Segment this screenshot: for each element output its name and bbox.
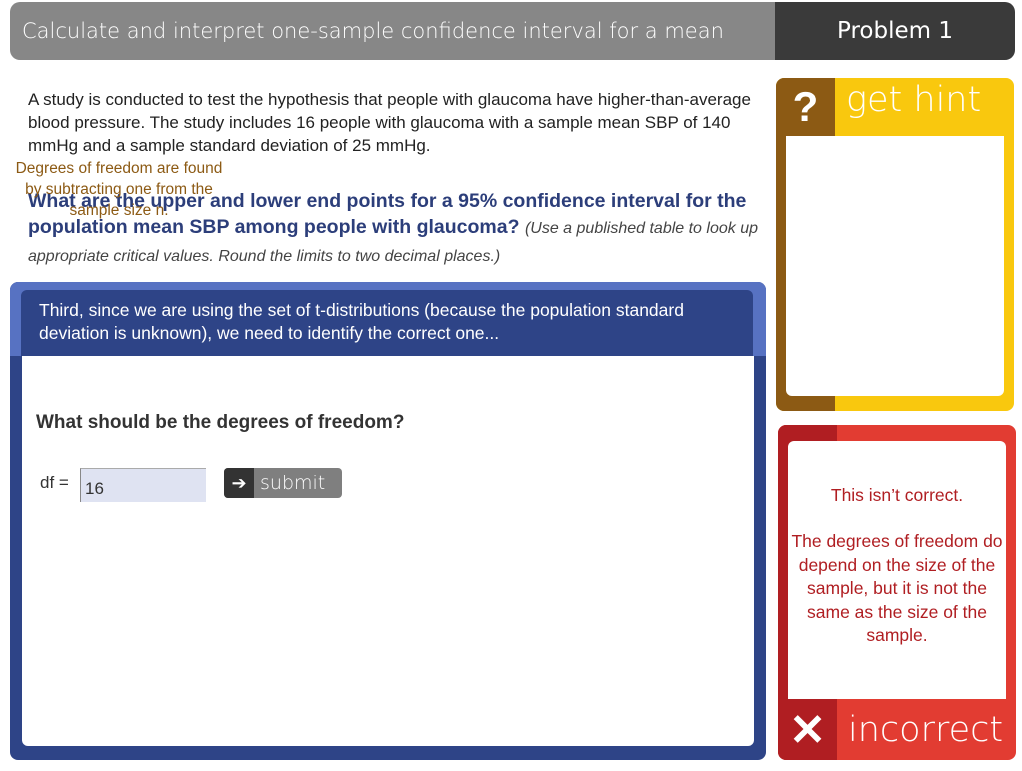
lesson-title: Calculate and interpret one-sample confi… — [10, 2, 775, 60]
submit-button[interactable]: ➔ submit — [224, 468, 342, 498]
hint-body — [786, 136, 1004, 396]
problem-label: Problem 1 — [775, 2, 1015, 60]
step-banner: Third, since we are using the set of t-d… — [21, 290, 753, 356]
df-label: df = — [40, 473, 69, 492]
problem-description: A study is conducted to test the hypothe… — [28, 90, 751, 155]
question-mark-icon[interactable]: ? — [776, 78, 835, 136]
feedback-title: This isn’t correct. — [830, 485, 964, 505]
hint-panel: ? get hint — [776, 78, 1014, 411]
feedback-message: The degrees of freedom do depend on the … — [791, 531, 1003, 645]
step-prompt: What should be the degrees of freedom? — [36, 412, 405, 433]
feedback-status: incorrect — [848, 710, 1004, 750]
submit-label: submit — [260, 472, 326, 494]
close-icon: ✕ — [789, 705, 826, 755]
hint-text: Degrees of freedom are found by subtract… — [15, 160, 223, 219]
df-input[interactable] — [80, 468, 206, 502]
arrow-right-icon: ➔ — [224, 468, 254, 498]
get-hint-button[interactable]: get hint — [846, 80, 981, 120]
